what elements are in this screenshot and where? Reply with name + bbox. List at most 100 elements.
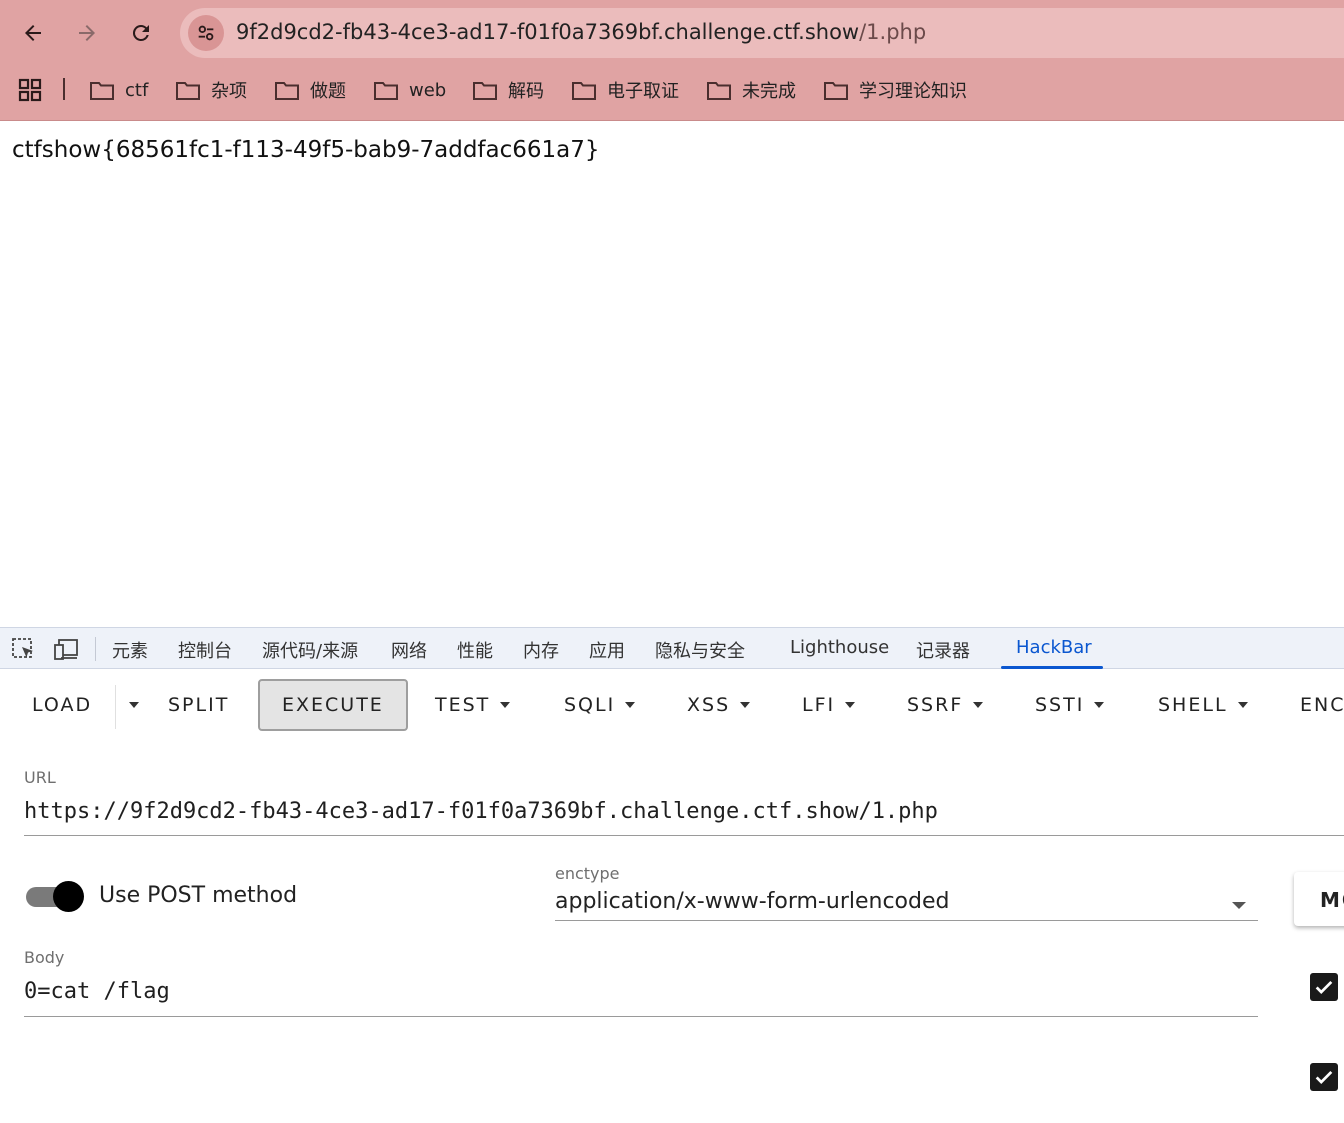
folder-icon: [275, 82, 299, 100]
bookmark-folder-misc[interactable]: 杂项: [175, 76, 247, 104]
execute-label: EXECUTE: [282, 694, 384, 716]
split-button[interactable]: SPLIT: [168, 677, 229, 733]
tab-elements[interactable]: 元素: [112, 637, 148, 663]
sqli-menu-button[interactable]: SQLI: [564, 677, 636, 733]
devtools-panel: 元素 控制台 源代码/来源 网络 性能 内存 应用 隐私与安全 Lighthou…: [0, 627, 1344, 1123]
tab-recorder[interactable]: 记录器: [916, 637, 970, 663]
execute-button[interactable]: EXECUTE: [258, 679, 408, 731]
tab-performance[interactable]: 性能: [457, 637, 493, 663]
enctype-select[interactable]: application/x-www-form-urlencoded: [555, 889, 949, 914]
hackbar-toolbar: LOAD SPLIT EXECUTE TEST SQLI XSS LFI SSR…: [0, 677, 1344, 735]
folder-icon: [707, 82, 731, 100]
caret-down-icon: [845, 702, 856, 708]
bookmark-label: web: [409, 79, 447, 101]
xss-label: XSS: [687, 694, 731, 716]
caret-down-icon: [740, 702, 751, 708]
tab-memory[interactable]: 内存: [523, 637, 559, 663]
test-menu-button[interactable]: TEST: [435, 677, 511, 733]
modify-header-button[interactable]: MO: [1294, 872, 1344, 926]
shell-label: SHELL: [1158, 694, 1228, 716]
bookmark-folder-forensics[interactable]: 电子取证: [571, 76, 679, 104]
check-icon: [1315, 1070, 1333, 1084]
tab-sources[interactable]: 源代码/来源: [262, 637, 358, 663]
reload-icon: [132, 24, 149, 41]
bookmark-label: 未完成: [742, 81, 796, 102]
bookmark-folder-ctf[interactable]: ctf: [89, 76, 148, 104]
bookmark-label: 做题: [310, 81, 346, 102]
split-label: SPLIT: [168, 694, 230, 716]
enctype-label: enctype: [555, 864, 620, 883]
bookmark-label: 电子取证: [607, 81, 679, 102]
folder-icon: [572, 82, 596, 100]
header-enable-checkbox[interactable]: [1310, 973, 1338, 1001]
reload-button[interactable]: [120, 12, 162, 54]
header-enable-checkbox[interactable]: [1310, 1063, 1338, 1091]
enc-menu-button[interactable]: ENC: [1300, 677, 1344, 733]
caret-down-icon: [129, 702, 139, 708]
folder-icon: [374, 82, 398, 100]
caret-down-icon: [625, 702, 636, 708]
back-button[interactable]: [12, 12, 54, 54]
tune-icon: [198, 25, 214, 41]
enc-label: ENC: [1300, 694, 1344, 716]
bookmark-folder-unfinished[interactable]: 未完成: [706, 76, 796, 104]
body-field-underline: [24, 1016, 1258, 1017]
xss-menu-button[interactable]: XSS: [687, 677, 751, 733]
ssti-label: SSTI: [1035, 694, 1085, 716]
browser-toolbar: 9f2d9cd2-fb43-4ce3-ad17-f01f0a7369bf.cha…: [0, 0, 1344, 121]
folder-icon: [824, 82, 848, 100]
folder-icon: [176, 82, 200, 100]
body-field[interactable]: 0=cat /flag: [24, 979, 170, 1004]
lfi-label: LFI: [802, 694, 836, 716]
bookmark-folder-decode[interactable]: 解码: [472, 76, 544, 104]
dropdown-arrow-icon[interactable]: [1232, 902, 1246, 909]
bookmark-folder-theory[interactable]: 学习理论知识: [823, 76, 967, 104]
post-method-toggle[interactable]: [26, 881, 84, 912]
caret-down-icon: [500, 702, 511, 708]
bookmark-folder-web[interactable]: web: [373, 76, 446, 104]
load-separator: [115, 685, 116, 729]
url-field-label: URL: [24, 768, 56, 787]
folder-icon: [473, 82, 497, 100]
test-label: TEST: [435, 694, 491, 716]
bookmark-label: 解码: [508, 81, 544, 102]
bookmarks-bar: ctf 杂项 做题 web 解码 电子取证 未完成 学习理论知识: [0, 68, 1344, 112]
caret-down-icon: [1237, 702, 1248, 708]
ssti-menu-button[interactable]: SSTI: [1035, 677, 1105, 733]
device-toolbar-icon[interactable]: [53, 637, 79, 661]
devtools-tab-bar: 元素 控制台 源代码/来源 网络 性能 内存 应用 隐私与安全 Lighthou…: [0, 627, 1344, 669]
inspect-element-icon[interactable]: [11, 637, 37, 661]
forward-button[interactable]: [66, 12, 108, 54]
tab-hackbar[interactable]: HackBar: [1016, 637, 1092, 658]
tab-application[interactable]: 应用: [589, 637, 625, 663]
load-dropdown-button[interactable]: [119, 677, 139, 733]
load-button[interactable]: LOAD: [32, 677, 92, 733]
bookmark-label: ctf: [125, 79, 149, 101]
bookmark-label: 学习理论知识: [859, 81, 967, 102]
url-display[interactable]: 9f2d9cd2-fb43-4ce3-ad17-f01f0a7369bf.cha…: [236, 20, 926, 44]
ssrf-menu-button[interactable]: SSRF: [907, 677, 984, 733]
shell-menu-button[interactable]: SHELL: [1158, 677, 1248, 733]
body-field-label: Body: [24, 948, 65, 967]
ssrf-label: SSRF: [907, 694, 964, 716]
site-info-button[interactable]: [188, 15, 224, 51]
devtools-divider: [95, 637, 96, 661]
tab-lighthouse[interactable]: Lighthouse: [790, 637, 889, 658]
arrow-right-icon: [79, 25, 95, 41]
folder-icon: [90, 82, 114, 100]
lfi-menu-button[interactable]: LFI: [802, 677, 856, 733]
bookmark-folder-practice[interactable]: 做题: [274, 76, 346, 104]
url-host: 9f2d9cd2-fb43-4ce3-ad17-f01f0a7369bf.cha…: [236, 20, 860, 44]
caret-down-icon: [1094, 702, 1105, 708]
tab-network[interactable]: 网络: [391, 637, 427, 663]
url-path: /1.php: [859, 20, 927, 44]
tab-privacy-security[interactable]: 隐私与安全: [655, 637, 745, 663]
apps-grid-icon[interactable]: [18, 78, 42, 102]
tab-console[interactable]: 控制台: [178, 637, 232, 663]
bookmarks-separator: [63, 78, 65, 100]
enctype-underline: [555, 920, 1258, 921]
address-bar[interactable]: 9f2d9cd2-fb43-4ce3-ad17-f01f0a7369bf.cha…: [180, 8, 1344, 58]
url-field[interactable]: https://9f2d9cd2-fb43-4ce3-ad17-f01f0a73…: [24, 799, 938, 824]
arrow-left-icon: [25, 25, 41, 41]
flag-output: ctfshow{68561fc1-f113-49f5-bab9-7addfac6…: [12, 137, 600, 163]
